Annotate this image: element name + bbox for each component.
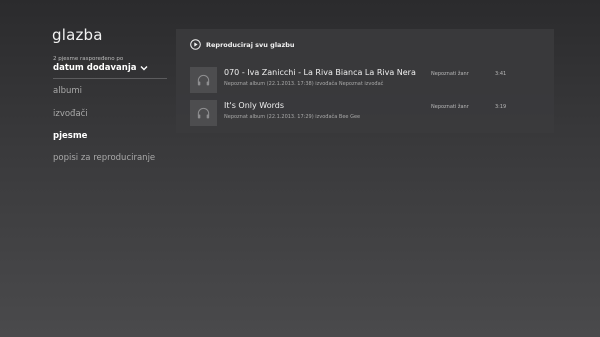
nav-item-songs[interactable]: pjesme — [53, 131, 87, 141]
headphones-icon — [197, 107, 210, 118]
song-subtitle: Nepoznat album (22.1.2013. 17:29) izvođa… — [224, 114, 361, 120]
album-art-placeholder — [190, 67, 217, 93]
nav-item-albums[interactable]: albumi — [53, 86, 82, 96]
song-genre: Nepoznati žanr — [431, 104, 469, 110]
songs-panel: Reproduciraj svu glazbu 070 - Iva Zanicc… — [176, 29, 554, 133]
song-duration: 3:41 — [495, 71, 507, 77]
play-icon — [190, 39, 201, 50]
headphones-icon — [197, 74, 210, 85]
song-genre: Nepoznati žanr — [431, 71, 469, 77]
app-title: glazba — [52, 26, 103, 44]
song-title: It's Only Words — [224, 101, 285, 110]
song-title: 070 - Iva Zanicchi - La Riva Bianca La R… — [224, 68, 416, 77]
play-all-button[interactable]: Reproduciraj svu glazbu — [190, 39, 295, 50]
nav-item-playlists[interactable]: popisi za reproduciranje — [53, 153, 155, 163]
play-all-label: Reproduciraj svu glazbu — [206, 40, 295, 49]
song-subtitle: Nepoznat album (22.1.2013. 17:38) izvođa… — [224, 81, 384, 87]
sort-value: datum dodavanja — [53, 63, 137, 73]
nav-item-artists[interactable]: izvođači — [53, 109, 88, 119]
sort-caption: 2 pjesme raspoređeno po — [53, 56, 124, 62]
album-art-placeholder — [190, 100, 217, 126]
nav-divider — [53, 78, 167, 79]
song-row[interactable]: It's Only Words Nepoznat album (22.1.201… — [190, 100, 542, 126]
chevron-down-icon — [140, 66, 148, 71]
song-duration: 3:19 — [495, 104, 507, 110]
sort-dropdown[interactable]: datum dodavanja — [53, 63, 149, 73]
song-row[interactable]: 070 - Iva Zanicchi - La Riva Bianca La R… — [190, 67, 542, 93]
